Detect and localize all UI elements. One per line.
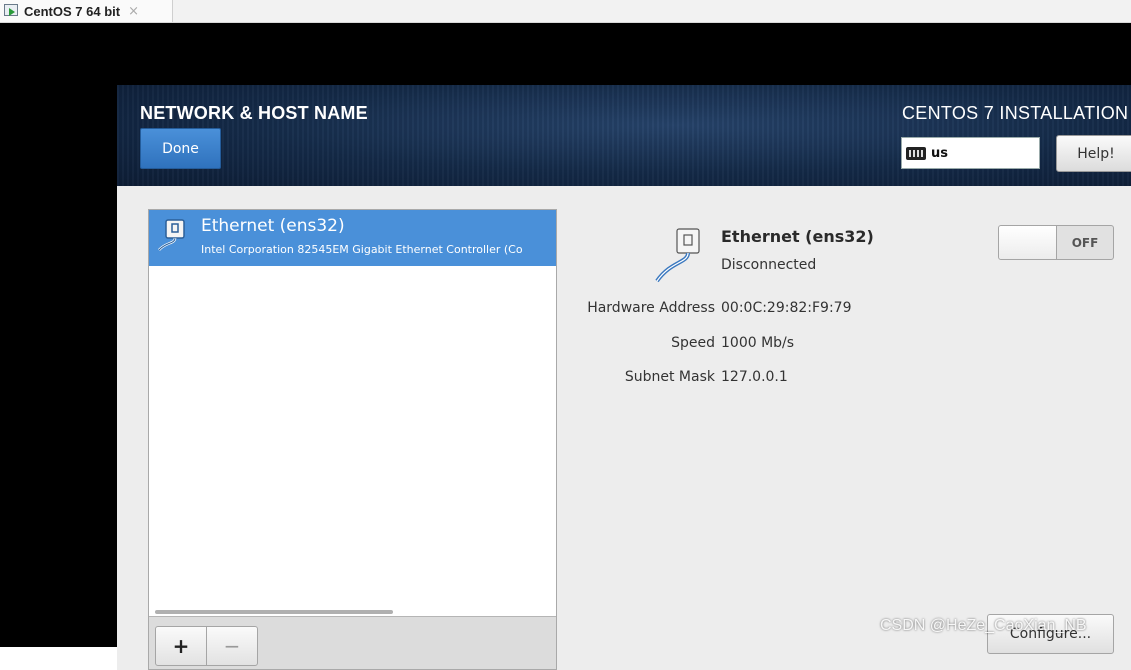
device-name: Ethernet (ens32)	[201, 216, 345, 236]
vm-console[interactable]: NETWORK & HOST NAME Done CENTOS 7 INSTAL…	[0, 23, 1131, 670]
speed-label: Speed	[671, 335, 715, 351]
device-description: Intel Corporation 82545EM Gigabit Ethern…	[201, 243, 523, 256]
ethernet-icon	[655, 228, 700, 283]
subnet-mask-label: Subnet Mask	[624, 369, 715, 385]
keyboard-icon	[906, 146, 926, 160]
detail-device-name: Ethernet (ens32)	[721, 227, 874, 246]
watermark: CSDN @HeZe_CaoXian_NB	[880, 617, 1087, 634]
vm-tab[interactable]: CentOS 7 64 bit ×	[0, 0, 173, 22]
hardware-address-label: Hardware Address	[587, 300, 715, 316]
hardware-address-value: 00:0C:29:82:F9:79	[721, 300, 852, 316]
toggle-knob	[999, 226, 1057, 259]
subnet-mask-value: 127.0.0.1	[721, 369, 788, 385]
vm-tab-label: CentOS 7 64 bit	[24, 3, 121, 19]
spoke-title: NETWORK & HOST NAME	[140, 103, 368, 123]
device-list-toolbar: + −	[149, 616, 556, 669]
list-item[interactable]: Ethernet (ens32) Intel Corporation 82545…	[149, 210, 556, 266]
keyboard-layout-label: us	[931, 145, 948, 161]
vm-tab-bar: CentOS 7 64 bit ×	[0, 0, 1131, 23]
remove-device-button[interactable]: −	[206, 626, 258, 666]
done-button[interactable]: Done	[140, 128, 221, 169]
horizontal-scrollbar[interactable]	[155, 610, 393, 614]
connection-status: Disconnected	[721, 257, 817, 273]
toggle-state-label: OFF	[1071, 235, 1099, 250]
spoke-header: NETWORK & HOST NAME Done CENTOS 7 INSTAL…	[117, 85, 1131, 186]
product-title: CENTOS 7 INSTALLATION	[902, 103, 1129, 123]
vm-machine-icon	[4, 4, 20, 18]
close-icon[interactable]: ×	[128, 4, 139, 19]
keyboard-layout-indicator[interactable]: us	[901, 137, 1040, 169]
speed-value: 1000 Mb/s	[721, 335, 795, 351]
installer-window: NETWORK & HOST NAME Done CENTOS 7 INSTAL…	[117, 85, 1131, 670]
help-button[interactable]: Help!	[1056, 135, 1131, 172]
add-device-button[interactable]: +	[155, 626, 207, 666]
ethernet-icon	[158, 219, 185, 251]
connection-toggle[interactable]: OFF	[998, 225, 1114, 260]
network-device-list: Ethernet (ens32) Intel Corporation 82545…	[148, 209, 557, 670]
